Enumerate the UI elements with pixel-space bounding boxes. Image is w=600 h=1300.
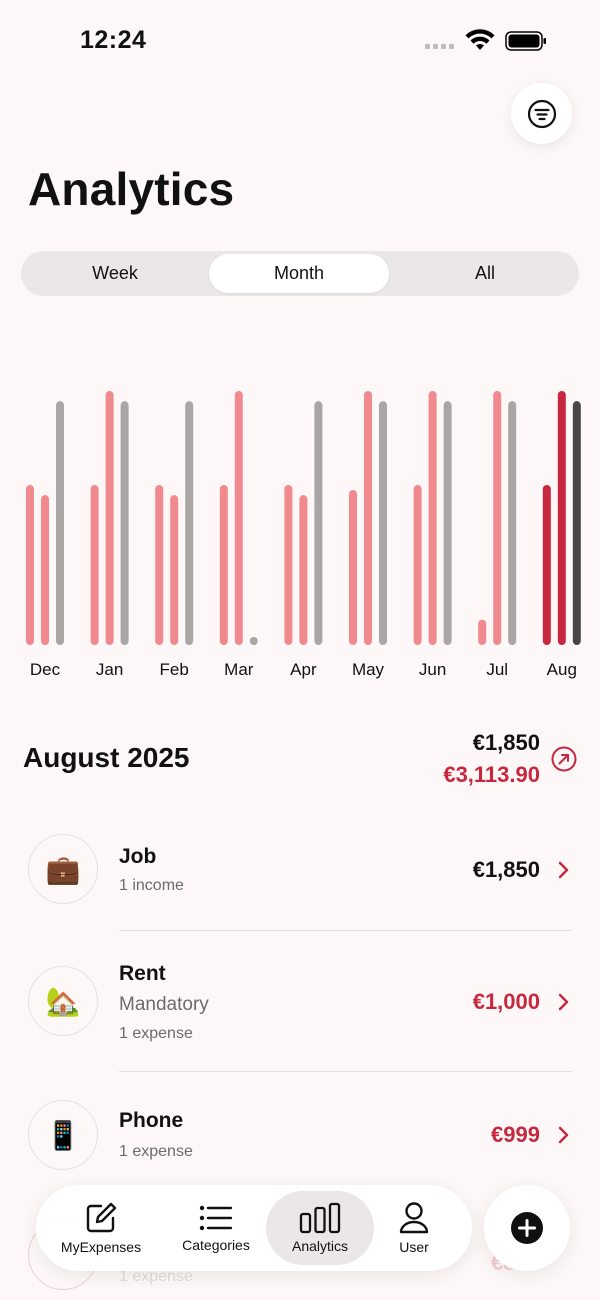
filter-button[interactable]: [511, 83, 572, 144]
chart-bar-aug-2[interactable]: [557, 391, 566, 645]
chart-bar-apr-2[interactable]: [299, 495, 308, 645]
chart-bar-mar-2[interactable]: [234, 391, 243, 645]
x-tick-label: Feb: [160, 660, 189, 679]
segment-all[interactable]: All: [395, 251, 575, 296]
tab-analytics[interactable]: Analytics: [266, 1191, 374, 1265]
page-title: Analytics: [28, 163, 235, 215]
entry-amount: €1,000: [472, 989, 540, 1014]
status-time: 12:24: [80, 26, 147, 54]
tab-label: User: [399, 1239, 429, 1255]
chart-bar-jul-3[interactable]: [508, 401, 517, 645]
bottom-tab-bar: MyExpenses Categories Analytics User: [36, 1185, 472, 1271]
month-title: August 2025: [23, 742, 190, 773]
list-item[interactable]: 📱 Phone 1 expense €999: [0, 1098, 600, 1188]
edit-square-icon: [86, 1202, 117, 1233]
tab-label: Analytics: [291, 1238, 349, 1254]
divider: [119, 1071, 572, 1072]
month-income-total: €1,850: [472, 730, 540, 755]
segment-month[interactable]: Month: [209, 254, 389, 293]
filter-icon: [527, 99, 556, 128]
tab-categories[interactable]: Categories: [161, 1185, 271, 1271]
x-tick-label: Jul: [486, 660, 508, 679]
tab-label: Categories: [182, 1237, 250, 1253]
entry-name: Rent: [119, 962, 166, 985]
bar-chart-icon: [299, 1202, 341, 1234]
entry-amount: €1,850: [472, 857, 540, 882]
chart-bar-dec-3[interactable]: [56, 401, 64, 645]
entry-count: 1 income: [119, 877, 184, 894]
chart-bar-jan-1[interactable]: [90, 484, 99, 645]
chart-bar-jan-2[interactable]: [105, 391, 114, 645]
chart-bar-may-1[interactable]: [349, 490, 357, 645]
phone-icon: 📱: [28, 1100, 98, 1170]
chart-bar-feb-3[interactable]: [185, 401, 194, 645]
chart-bar-aug-3[interactable]: [572, 401, 581, 645]
chart-bar-mar-3[interactable]: [249, 637, 258, 645]
chart-bar-feb-2[interactable]: [170, 495, 179, 645]
tab-label: MyExpenses: [60, 1239, 142, 1255]
chart-bar-jul-2[interactable]: [493, 391, 502, 645]
chart-bar-apr-1[interactable]: [284, 484, 293, 645]
chart-bar-apr-3[interactable]: [314, 401, 323, 645]
battery-icon: [505, 31, 546, 51]
segment-month-label: Month: [273, 263, 325, 283]
briefcase-icon: 💼: [28, 834, 98, 904]
x-tick-label: Jan: [96, 660, 123, 679]
divider: [119, 930, 572, 931]
entry-name: Phone: [119, 1109, 184, 1132]
segment-week[interactable]: Week: [25, 251, 205, 296]
entry-name: Job: [119, 845, 157, 868]
chevron-right-icon: [558, 861, 569, 879]
chevron-right-icon: [558, 993, 569, 1011]
x-tick-label: Jun: [419, 660, 446, 679]
x-tick-label: Apr: [290, 660, 317, 679]
segment-all-label: All: [474, 263, 495, 283]
period-segmented-control: Week Month All: [21, 251, 579, 296]
tab-user[interactable]: User: [374, 1185, 454, 1271]
x-tick-label: Aug: [547, 660, 577, 679]
list-item[interactable]: 💼 Job 1 income €1,850: [0, 830, 600, 930]
chart-bar-mar-1[interactable]: [219, 484, 228, 645]
x-tick-label: May: [352, 660, 385, 679]
open-details-icon[interactable]: [551, 746, 577, 772]
monthly-bar-chart: Dec Jan Feb Mar Apr May Jun Jul Aug: [26, 391, 581, 679]
tab-myexpenses[interactable]: MyExpenses: [46, 1185, 156, 1271]
user-icon: [399, 1202, 429, 1234]
house-icon: 🏡: [28, 966, 98, 1036]
chart-bar-aug-1[interactable]: [542, 484, 551, 645]
chart-bar-jun-2[interactable]: [428, 391, 437, 645]
chart-bar-may-2[interactable]: [364, 391, 372, 645]
entry-count: 1 expense: [119, 1025, 193, 1042]
chart-bar-jan-3[interactable]: [120, 401, 129, 645]
wifi-icon: [465, 29, 495, 50]
chart-bar-jul-1[interactable]: [478, 619, 487, 645]
x-tick-label: Mar: [224, 660, 254, 679]
add-entry-button[interactable]: [484, 1185, 570, 1271]
segment-week-label: Week: [92, 263, 138, 283]
plus-icon: [511, 1212, 543, 1244]
x-tick-label: Dec: [30, 660, 61, 679]
status-bar: 12:24: [0, 0, 600, 80]
chart-bar-jun-3[interactable]: [443, 401, 452, 645]
entry-count: 1 expense: [119, 1143, 193, 1160]
list-item[interactable]: 🏡 Rent Mandatory 1 expense €1,000: [0, 960, 600, 1070]
chevron-right-icon: [558, 1126, 569, 1144]
chart-bar-dec-1[interactable]: [26, 484, 34, 645]
chart-bar-may-3[interactable]: [379, 401, 387, 645]
month-expense-total: €3,113.90: [443, 762, 540, 787]
chart-bar-dec-2[interactable]: [41, 495, 49, 645]
chart-bar-jun-1[interactable]: [413, 484, 422, 645]
list-icon: [199, 1205, 233, 1231]
chart-bar-feb-1[interactable]: [155, 484, 164, 645]
cellular-signal-icon: [425, 44, 454, 49]
entry-amount: €999: [491, 1122, 540, 1147]
entry-detail: Mandatory: [119, 994, 209, 1015]
